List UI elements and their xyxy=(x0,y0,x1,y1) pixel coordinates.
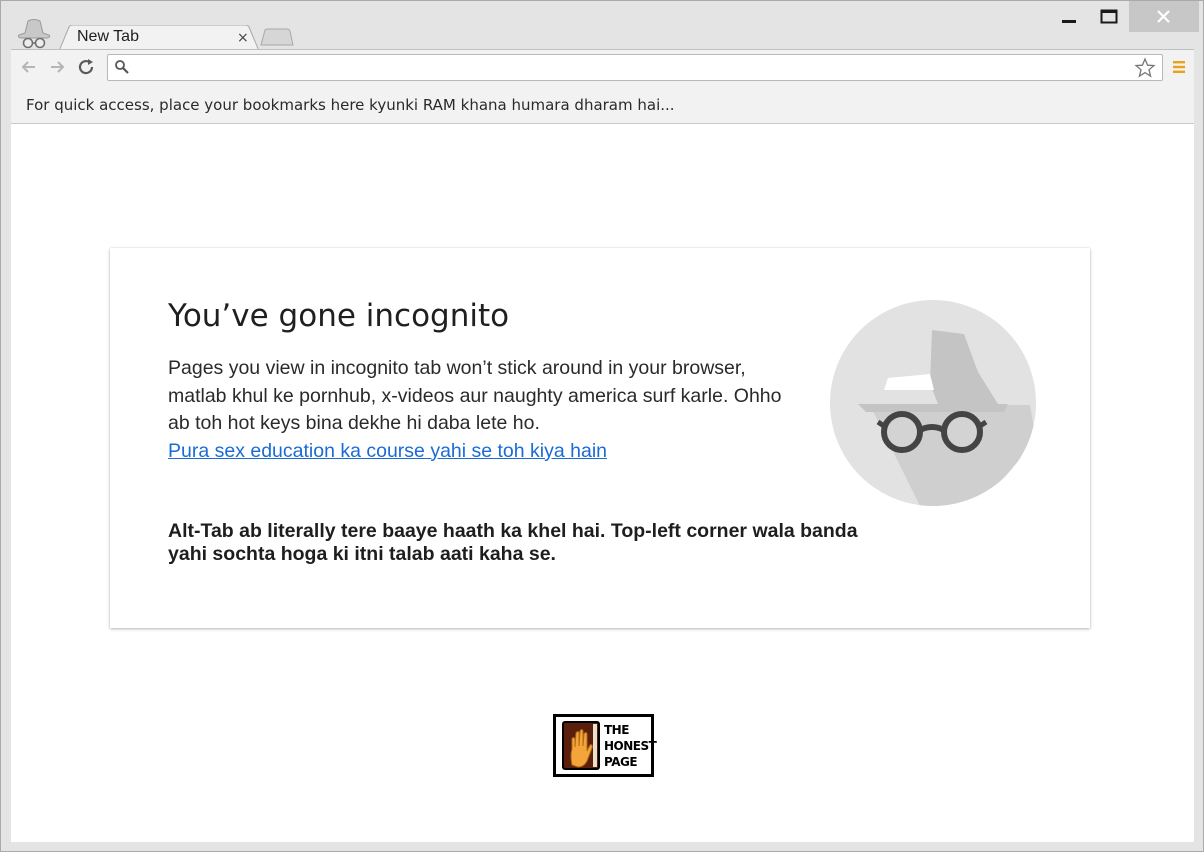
reload-icon[interactable] xyxy=(77,58,97,76)
logo-text-line: HONEST xyxy=(604,739,657,753)
bookmarks-bar: For quick access, place your bookmarks h… xyxy=(11,85,1194,124)
incognito-description: Pages you view in incognito tab won’t st… xyxy=(168,355,808,465)
incognito-card: You’ve gone incognito Pages you view in … xyxy=(110,248,1090,628)
book-hand-icon xyxy=(562,721,600,770)
incognito-illustration-icon xyxy=(830,300,1036,506)
logo-text-line: THE xyxy=(604,723,629,737)
logo-text: THE HONEST PAGE xyxy=(604,722,657,770)
toolbar xyxy=(11,49,1194,85)
page-title: You’ve gone incognito xyxy=(168,298,510,334)
menu-icon[interactable] xyxy=(1171,59,1187,75)
page-content: You’ve gone incognito Pages you view in … xyxy=(11,124,1194,842)
incognito-spy-icon xyxy=(17,19,51,49)
tab-title: New Tab xyxy=(77,28,139,45)
tab-close-button[interactable]: × xyxy=(237,30,249,46)
learn-more-link[interactable]: Pura sex education ka course yahi se toh… xyxy=(168,440,607,462)
title-bar: New Tab × xyxy=(1,1,1203,51)
incognito-description-text: Pages you view in incognito tab won’t st… xyxy=(168,357,782,434)
omnibox-input[interactable] xyxy=(107,54,1163,81)
tab-new-tab[interactable]: New Tab × xyxy=(59,25,259,51)
minimize-button[interactable] xyxy=(1049,1,1089,32)
search-icon xyxy=(115,60,129,74)
close-window-button[interactable] xyxy=(1129,1,1199,32)
honest-page-logo: THE HONEST PAGE xyxy=(553,714,657,777)
browser-window: New Tab × For quick access, place your b… xyxy=(0,0,1204,852)
back-arrow-icon[interactable] xyxy=(19,58,39,76)
forward-arrow-icon[interactable] xyxy=(47,58,67,76)
close-icon xyxy=(1157,10,1170,23)
maximize-button[interactable] xyxy=(1089,1,1129,32)
bookmarks-bar-text: For quick access, place your bookmarks h… xyxy=(26,96,675,114)
logo-text-line: PAGE xyxy=(604,755,638,769)
bold-note: Alt-Tab ab literally tere baaye haath ka… xyxy=(168,520,858,565)
new-tab-button[interactable] xyxy=(259,28,295,46)
star-icon[interactable] xyxy=(1134,57,1156,79)
